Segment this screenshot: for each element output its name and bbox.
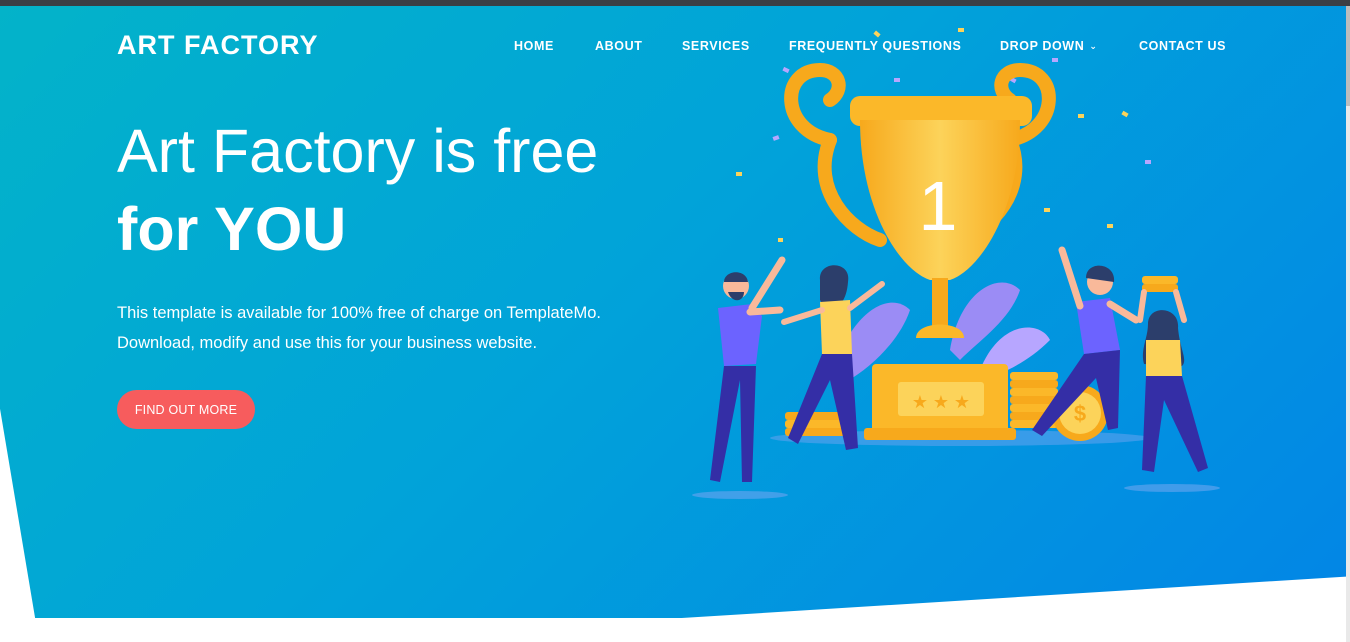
hero-headline-line2: for YOU [117, 195, 347, 263]
hero-headline-line1: Art Factory is free [117, 117, 599, 185]
nav-drop-down[interactable]: DROP DOWN ⌄ [1000, 39, 1098, 53]
hero-description: This template is available for 100% free… [117, 298, 677, 358]
person-figure [710, 256, 786, 482]
trophy-celebration-illustration: $ ★ ★ ★ 1 [692, 28, 1220, 499]
hero-description-line1: This template is available for 100% free… [117, 304, 601, 322]
chevron-down-icon: ⌄ [1089, 41, 1098, 51]
site-logo[interactable]: ART FACTORY [117, 30, 319, 61]
svg-text:★: ★ [954, 392, 970, 413]
svg-text:★: ★ [933, 392, 949, 413]
nav-frequently-questions[interactable]: FREQUENTLY QUESTIONS [789, 39, 961, 53]
person-figure [1137, 276, 1208, 472]
browser-top-edge [0, 0, 1350, 6]
nav-services[interactable]: SERVICES [682, 39, 750, 53]
svg-text:★: ★ [912, 392, 928, 413]
nav-contact-us[interactable]: CONTACT US [1139, 39, 1226, 53]
trophy-number: 1 [919, 167, 958, 245]
nav-home[interactable]: HOME [514, 39, 554, 53]
find-out-more-button[interactable]: FIND OUT MORE [117, 390, 255, 429]
hero-headline: Art Factory is free for YOU [117, 112, 598, 268]
scrollbar-thumb[interactable] [1346, 6, 1350, 106]
hero-description-line2: Download, modify and use this for your b… [117, 334, 538, 352]
nav-drop-down-label: DROP DOWN [1000, 39, 1085, 53]
svg-text:$: $ [1074, 401, 1086, 426]
nav-about[interactable]: ABOUT [595, 39, 642, 53]
